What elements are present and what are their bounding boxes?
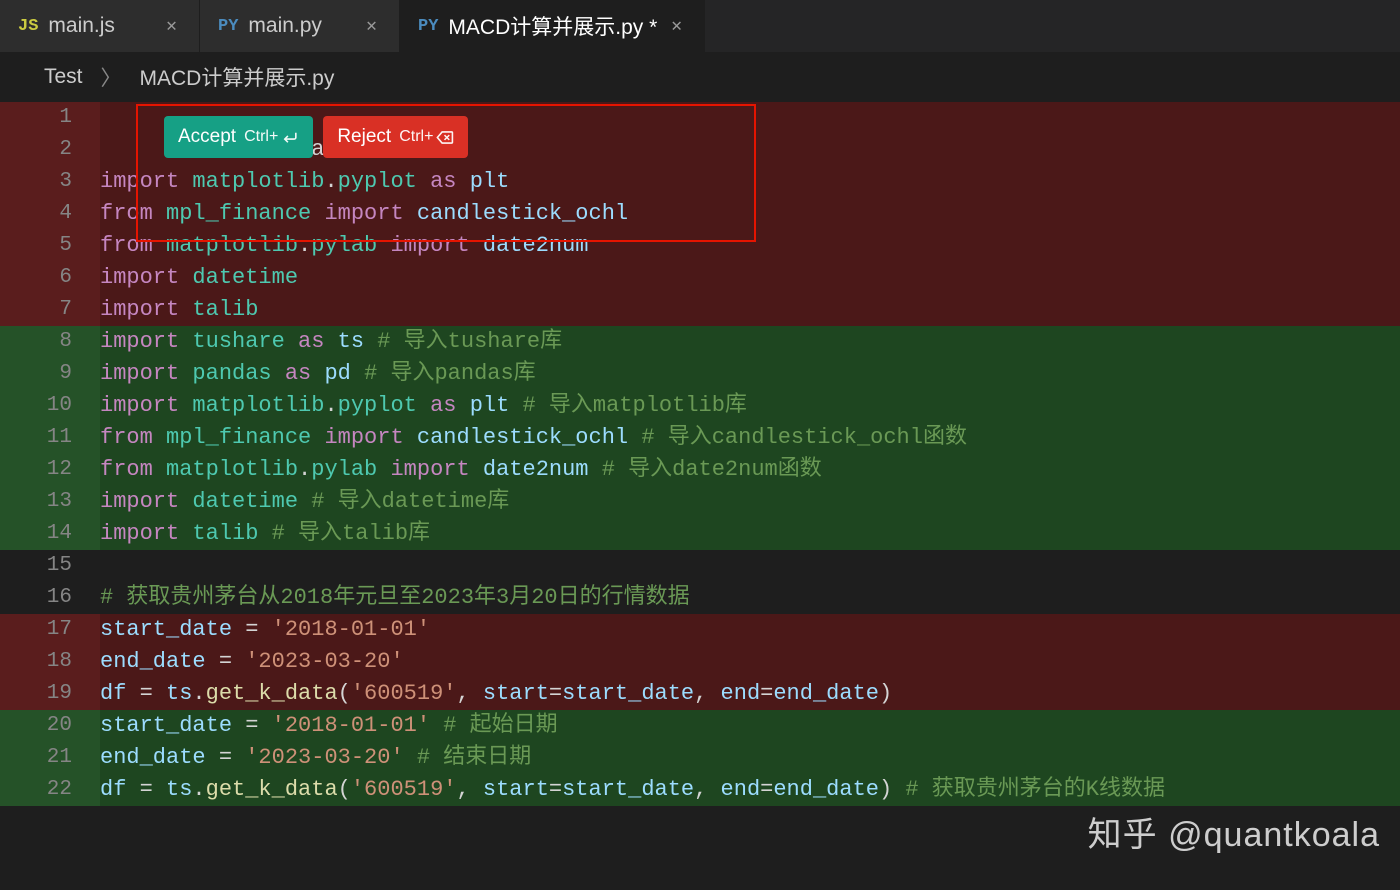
tab-name: main.py: [248, 14, 322, 38]
code-content[interactable]: import matplotlib.pyplot as plt: [100, 166, 1400, 198]
breadcrumb-file[interactable]: MACD计算并展示.py: [140, 62, 335, 92]
code-line[interactable]: 16# 获取贵州茅台从2018年元旦至2023年3月20日的行情数据: [0, 582, 1400, 614]
py-file-icon: PY: [218, 17, 238, 36]
code-line[interactable]: 10import matplotlib.pyplot as plt # 导入ma…: [0, 390, 1400, 422]
line-number: 1: [0, 102, 100, 134]
code-content[interactable]: import datetime: [100, 262, 1400, 294]
line-number: 15: [0, 550, 100, 582]
code-content[interactable]: # 获取贵州茅台从2018年元旦至2023年3月20日的行情数据: [100, 582, 1400, 614]
diff-action-bar: Accept Ctrl+ Reject Ctrl+: [164, 116, 468, 158]
line-number: 22: [0, 774, 100, 806]
code-content[interactable]: end_date = '2023-03-20': [100, 646, 1400, 678]
code-line[interactable]: 21end_date = '2023-03-20' # 结束日期: [0, 742, 1400, 774]
code-content[interactable]: import matplotlib.pyplot as plt # 导入matp…: [100, 390, 1400, 422]
line-number: 9: [0, 358, 100, 390]
line-number: 19: [0, 678, 100, 710]
code-content[interactable]: end_date = '2023-03-20' # 结束日期: [100, 742, 1400, 774]
line-number: 18: [0, 646, 100, 678]
tab-name: MACD计算并展示.py *: [448, 11, 657, 41]
js-file-icon: JS: [18, 17, 38, 36]
breadcrumb: Test 〉 MACD计算并展示.py: [0, 52, 1400, 102]
code-content[interactable]: import tushare as ts # 导入tushare库: [100, 326, 1400, 358]
code-content[interactable]: import talib # 导入talib库: [100, 518, 1400, 550]
code-content[interactable]: import pandas as pd # 导入pandas库: [100, 358, 1400, 390]
line-number: 6: [0, 262, 100, 294]
line-number: 3: [0, 166, 100, 198]
code-line[interactable]: 8import tushare as ts # 导入tushare库: [0, 326, 1400, 358]
code-line[interactable]: 20start_date = '2018-01-01' # 起始日期: [0, 710, 1400, 742]
tab-2[interactable]: PY MACD计算并展示.py * ✕: [400, 0, 705, 52]
code-line[interactable]: 12from matplotlib.pylab import date2num …: [0, 454, 1400, 486]
code-line[interactable]: 13import datetime # 导入datetime库: [0, 486, 1400, 518]
line-number: 11: [0, 422, 100, 454]
code-line[interactable]: 18end_date = '2023-03-20': [0, 646, 1400, 678]
tab-name: main.js: [48, 14, 115, 38]
line-number: 13: [0, 486, 100, 518]
reject-shortcut: Ctrl+: [399, 128, 454, 147]
breadcrumb-root[interactable]: Test: [44, 65, 83, 89]
line-number: 21: [0, 742, 100, 774]
close-icon[interactable]: ✕: [667, 15, 686, 37]
line-number: 17: [0, 614, 100, 646]
code-content[interactable]: start_date = '2018-01-01': [100, 614, 1400, 646]
code-content[interactable]: from mpl_finance import candlestick_ochl…: [100, 422, 1400, 454]
line-number: 16: [0, 582, 100, 614]
code-line[interactable]: 11from mpl_finance import candlestick_oc…: [0, 422, 1400, 454]
line-number: 8: [0, 326, 100, 358]
line-number: 2: [0, 134, 100, 166]
code-line[interactable]: 14import talib # 导入talib库: [0, 518, 1400, 550]
code-line[interactable]: 9import pandas as pd # 导入pandas库: [0, 358, 1400, 390]
reject-label: Reject: [337, 126, 391, 148]
py-file-icon: PY: [418, 17, 438, 36]
code-line[interactable]: 6import datetime: [0, 262, 1400, 294]
code-content[interactable]: df = ts.get_k_data('600519', start=start…: [100, 774, 1400, 806]
code-editor[interactable]: Accept Ctrl+ Reject Ctrl+ 12 a3import ma…: [0, 102, 1400, 806]
code-content[interactable]: from matplotlib.pylab import date2num # …: [100, 454, 1400, 486]
code-content[interactable]: import talib: [100, 294, 1400, 326]
code-line[interactable]: 3import matplotlib.pyplot as plt: [0, 166, 1400, 198]
line-number: 4: [0, 198, 100, 230]
code-line[interactable]: 4from mpl_finance import candlestick_och…: [0, 198, 1400, 230]
backspace-key-icon: [435, 128, 454, 147]
code-line[interactable]: 5from matplotlib.pylab import date2num: [0, 230, 1400, 262]
code-line[interactable]: 19df = ts.get_k_data('600519', start=sta…: [0, 678, 1400, 710]
enter-key-icon: [280, 128, 299, 147]
line-number: 12: [0, 454, 100, 486]
tab-1[interactable]: PY main.py ✕: [200, 0, 400, 52]
code-content[interactable]: from matplotlib.pylab import date2num: [100, 230, 1400, 262]
close-icon[interactable]: ✕: [162, 15, 181, 37]
tab-bar: JS main.js ✕ PY main.py ✕ PY MACD计算并展示.py * ✕: [0, 0, 1400, 52]
accept-shortcut: Ctrl+: [244, 128, 299, 147]
line-number: 10: [0, 390, 100, 422]
code-line[interactable]: 17start_date = '2018-01-01': [0, 614, 1400, 646]
line-number: 20: [0, 710, 100, 742]
line-number: 14: [0, 518, 100, 550]
close-icon[interactable]: ✕: [362, 15, 381, 37]
code-content[interactable]: import datetime # 导入datetime库: [100, 486, 1400, 518]
line-number: 5: [0, 230, 100, 262]
line-number: 7: [0, 294, 100, 326]
accept-button[interactable]: Accept Ctrl+: [164, 116, 313, 158]
tab-0[interactable]: JS main.js ✕: [0, 0, 200, 52]
code-content[interactable]: from mpl_finance import candlestick_ochl: [100, 198, 1400, 230]
reject-button[interactable]: Reject Ctrl+: [323, 116, 468, 158]
accept-label: Accept: [178, 126, 236, 148]
code-content[interactable]: df = ts.get_k_data('600519', start=start…: [100, 678, 1400, 710]
code-content[interactable]: start_date = '2018-01-01' # 起始日期: [100, 710, 1400, 742]
breadcrumb-separator-icon: 〉: [101, 62, 122, 92]
code-line[interactable]: 22df = ts.get_k_data('600519', start=sta…: [0, 774, 1400, 806]
code-line[interactable]: 15: [0, 550, 1400, 582]
code-line[interactable]: 7import talib: [0, 294, 1400, 326]
watermark: 知乎 @quantkoala: [1088, 807, 1380, 856]
